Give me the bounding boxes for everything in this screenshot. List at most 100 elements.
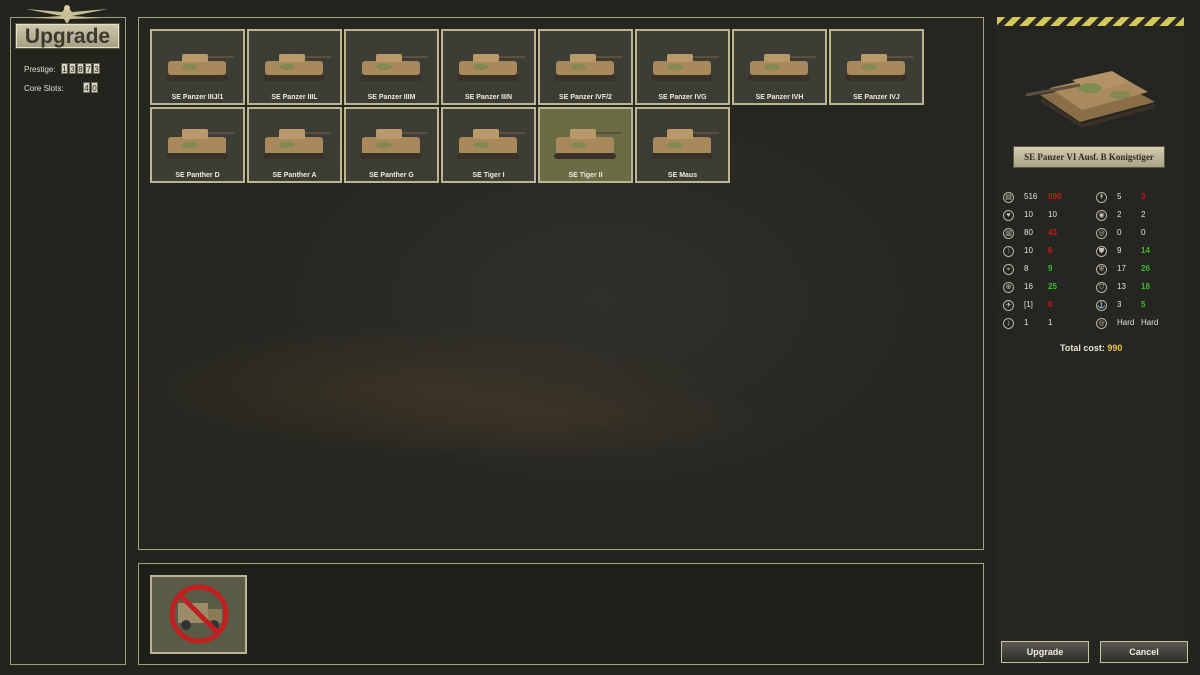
unit-card-name: SE Panther A [272, 172, 317, 179]
left-info-panel [10, 17, 126, 665]
unit-card[interactable]: SE Panzer IIIM [344, 29, 439, 105]
close-defense-icon: ⛨ [1096, 264, 1107, 275]
stat-upgrade-value: 0 [1048, 300, 1053, 309]
unit-card[interactable]: SE Tiger I [441, 107, 536, 183]
prestige-label: Prestige: [24, 65, 56, 74]
stat-row: ▤ 516 990 [1000, 190, 1092, 204]
stat-upgrade-value: 5 [1141, 300, 1146, 309]
transport-panel [138, 563, 984, 665]
unit-card-name: SE Panzer IVG [658, 94, 707, 101]
tank-icon [748, 54, 816, 81]
stat-row: ⛉ 13 18 [1093, 280, 1185, 294]
unit-card[interactable]: SE Tiger II [538, 107, 633, 183]
stat-current-value: 10 [1024, 210, 1033, 219]
stat-current-value: 516 [1024, 192, 1038, 201]
tank-icon [845, 54, 913, 81]
unit-card[interactable]: SE Panzer IIIJ/1 [150, 29, 245, 105]
unit-card-name: SE Panzer IIIM [367, 94, 416, 101]
tank-icon [263, 54, 331, 81]
tank-icon [360, 129, 428, 159]
naval-icon: ⚓ [1096, 300, 1107, 311]
range-icon: ↕ [1003, 318, 1014, 329]
air-attack-icon: ✈ [1003, 300, 1014, 311]
fuel-icon: ▥ [1003, 228, 1014, 239]
stat-upgrade-value: 25 [1048, 282, 1057, 291]
stat-row: ⊕ 16 25 [1000, 280, 1092, 294]
ammo-icon: ▤ [1003, 192, 1014, 203]
stat-upgrade-value: 3 [1141, 192, 1146, 201]
stat-upgrade-value: 26 [1141, 264, 1150, 273]
selected-unit-name: SE Panzer VI Ausf. B Konigstiger [1013, 146, 1165, 168]
stat-upgrade-value: 9 [1048, 264, 1053, 273]
stat-upgrade-value: 2 [1141, 210, 1146, 219]
stat-row: ⌖ 8 9 [1000, 262, 1092, 276]
cancel-button[interactable]: Cancel [1100, 641, 1188, 663]
stat-current-value: [1] [1024, 300, 1033, 309]
stat-upgrade-value: 18 [1141, 282, 1150, 291]
unit-card[interactable]: SE Panther G [344, 107, 439, 183]
no-transport-icon [169, 584, 229, 644]
ground-defense-icon: ⛊ [1096, 246, 1107, 257]
total-cost: Total cost: 990 [1060, 343, 1122, 353]
screen-title: Upgrade [15, 23, 120, 49]
unit-card[interactable]: SE Panzer IVH [732, 29, 827, 105]
stat-current-value: 17 [1117, 264, 1126, 273]
unit-card-name: SE Panzer IIIN [464, 94, 513, 101]
stat-upgrade-value: Hard [1141, 318, 1159, 327]
tank-icon [651, 129, 719, 159]
core-slots-counter: 4 0 [83, 82, 98, 93]
movement-icon: ↟ [1096, 192, 1107, 203]
stat-row: ✈ [1] 0 [1000, 298, 1092, 312]
stat-upgrade-value: 990 [1048, 192, 1062, 201]
stat-row: ↟ 5 3 [1093, 190, 1185, 204]
upgrade-button[interactable]: Upgrade [1001, 641, 1089, 663]
unit-card[interactable]: SE Panther A [247, 107, 342, 183]
unit-card[interactable]: SE Panzer IIIL [247, 29, 342, 105]
stat-row: ◉ 2 2 [1093, 208, 1185, 222]
stat-row: ↕ 1 1 [1000, 316, 1092, 330]
stat-row: ▥ 80 43 [1000, 226, 1092, 240]
unit-card[interactable]: SE Maus [635, 107, 730, 183]
air-defense-icon: ⛉ [1096, 282, 1107, 293]
shells-icon: ⁞ [1003, 246, 1014, 257]
initiative-icon: ◎ [1096, 228, 1107, 239]
stat-current-value: 8 [1024, 264, 1029, 273]
unit-card-name: SE Tiger II [568, 172, 603, 179]
unit-card[interactable]: SE Panzer IVF/2 [538, 29, 633, 105]
stat-row: ♥ 10 10 [1000, 208, 1092, 222]
stat-current-value: 2 [1117, 210, 1122, 219]
tank-icon [166, 54, 234, 81]
prestige-digit: 3 [69, 63, 76, 74]
tank-icon [263, 129, 331, 159]
tank-icon [651, 54, 719, 81]
stat-row: ⁞ 10 6 [1000, 244, 1092, 258]
unit-card-name: SE Panzer IVF/2 [559, 94, 612, 101]
unit-card[interactable]: SE Panzer IVG [635, 29, 730, 105]
selected-tank-image [1025, 71, 1155, 128]
unit-card[interactable]: SE Panzer IIIN [441, 29, 536, 105]
stat-current-value: 1 [1024, 318, 1029, 327]
hard-attack-icon: ⊕ [1003, 282, 1014, 293]
spotting-icon: ◉ [1096, 210, 1107, 221]
prestige-digit: 7 [85, 63, 92, 74]
unit-card[interactable]: SE Panzer IVJ [829, 29, 924, 105]
prestige-digit: 1 [61, 63, 68, 74]
stat-row: ◎ 0 0 [1093, 226, 1185, 240]
core-slots-digit: 4 [83, 82, 90, 93]
stat-current-value: 80 [1024, 228, 1033, 237]
stat-current-value: 9 [1117, 246, 1122, 255]
stat-current-value: Hard [1117, 318, 1135, 327]
stat-row: ◎ Hard Hard [1093, 316, 1185, 330]
stat-row: ⚓ 3 5 [1093, 298, 1185, 312]
tank-icon [457, 54, 525, 81]
stat-current-value: 16 [1024, 282, 1033, 291]
stat-current-value: 13 [1117, 282, 1126, 291]
core-slots-label: Core Slots: [24, 84, 64, 93]
tank-icon [457, 129, 525, 159]
unit-card-name: SE Tiger I [472, 172, 505, 179]
unit-card[interactable]: SE Panther D [150, 107, 245, 183]
no-transport-card[interactable] [150, 575, 247, 654]
tank-icon [360, 54, 428, 81]
stat-upgrade-value: 0 [1141, 228, 1146, 237]
stat-current-value: 10 [1024, 246, 1033, 255]
